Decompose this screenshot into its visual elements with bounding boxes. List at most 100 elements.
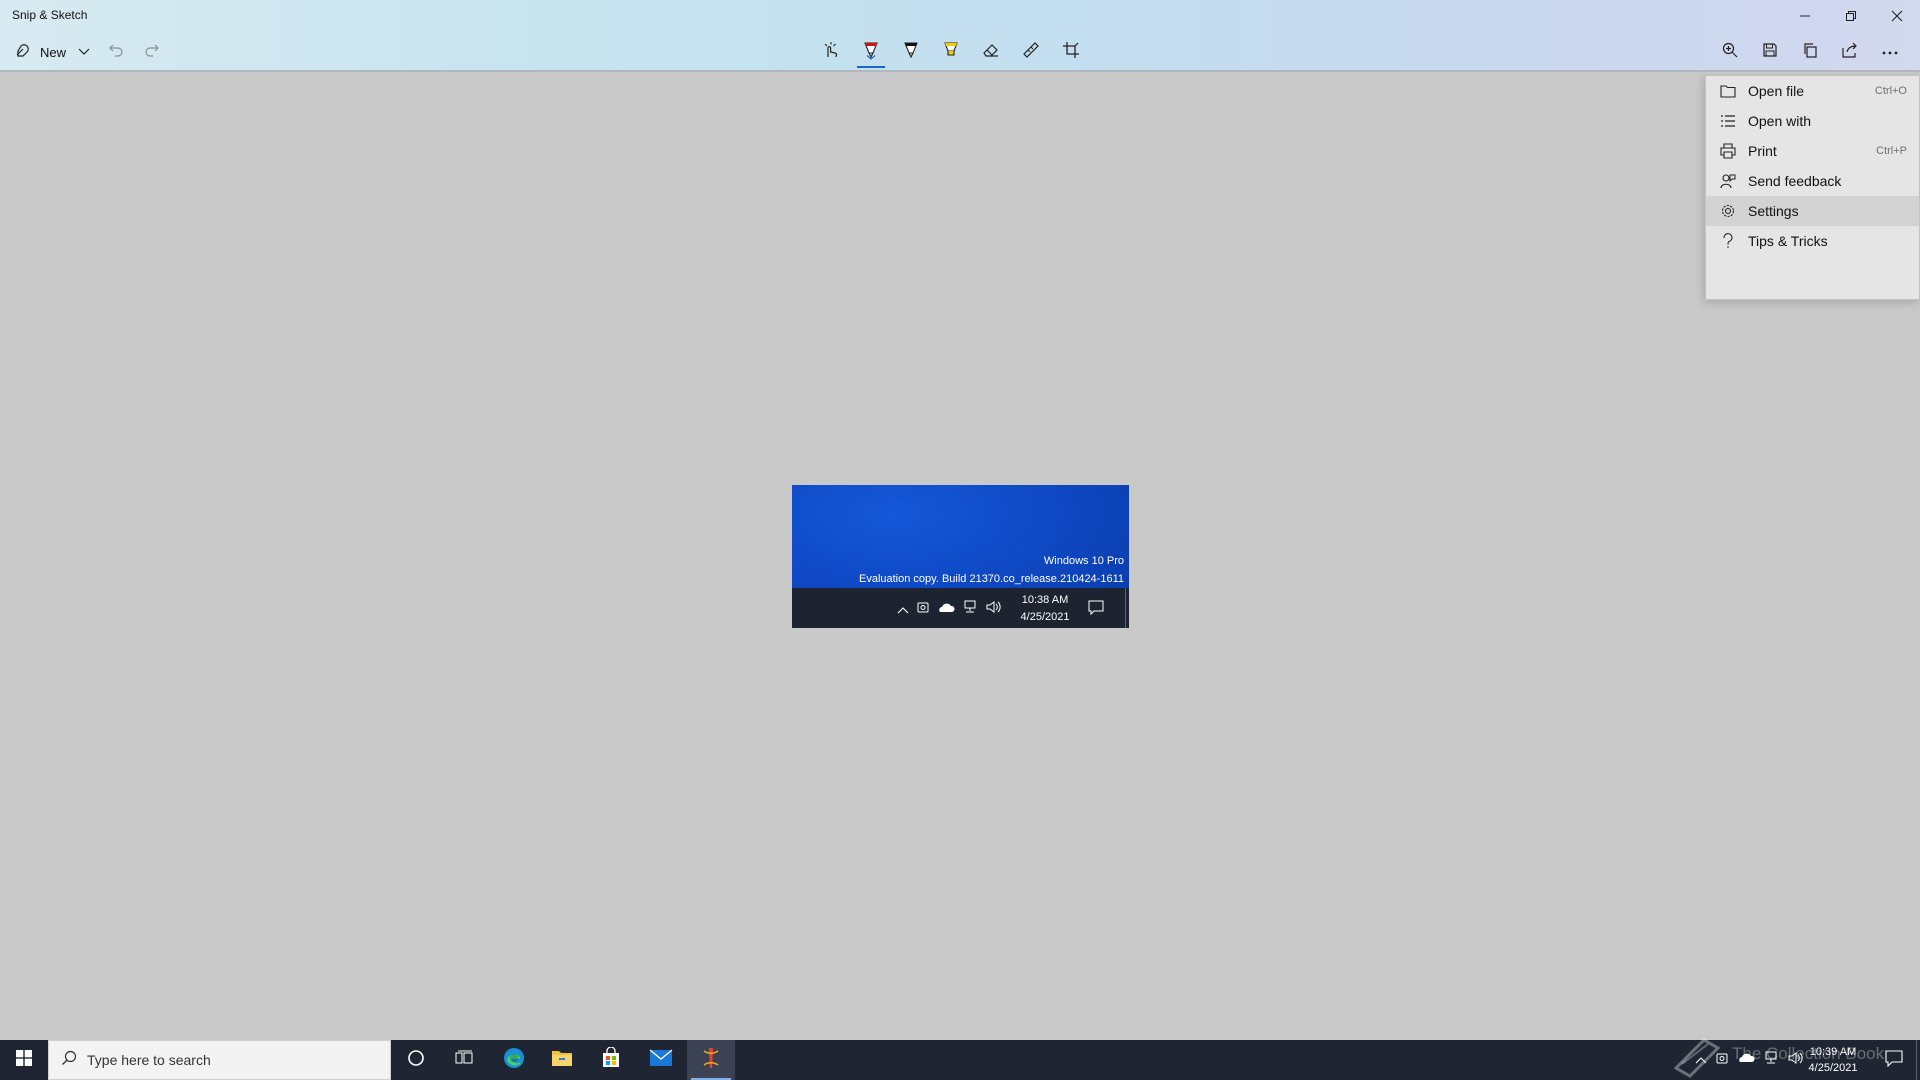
close-button[interactable] — [1874, 0, 1920, 32]
snip-date-text: 4/25/2021 — [1020, 611, 1070, 623]
chevron-down-icon — [78, 43, 90, 61]
more-options-button[interactable] — [1870, 36, 1910, 68]
crop-tool[interactable] — [1051, 36, 1091, 68]
menu-item-settings[interactable]: Settings — [1706, 196, 1919, 226]
action-center-button[interactable] — [1876, 1040, 1912, 1080]
start-button[interactable] — [0, 1040, 47, 1080]
search-placeholder: Type here to search — [87, 1052, 211, 1068]
feedback-icon — [1718, 171, 1738, 191]
chevron-up-icon[interactable] — [1695, 1051, 1707, 1069]
meet-now-icon — [916, 600, 930, 619]
snip-tray-icons — [897, 600, 1001, 619]
touch-writing-icon — [821, 40, 841, 65]
ruler-tool[interactable] — [1011, 36, 1051, 68]
ruler-icon — [1021, 40, 1041, 65]
taskbar-file-explorer[interactable] — [538, 1040, 586, 1080]
search-icon — [61, 1050, 77, 1071]
restore-button[interactable] — [1828, 0, 1874, 32]
windows-logo-icon — [15, 1049, 32, 1071]
more-icon — [1881, 43, 1899, 61]
taskbar-search-box[interactable]: Type here to search — [48, 1040, 391, 1080]
menu-item-open-file[interactable]: Open file Ctrl+O — [1706, 76, 1919, 106]
new-snip-button[interactable]: New — [10, 37, 70, 67]
network-icon[interactable] — [1763, 1051, 1779, 1070]
meet-now-icon[interactable] — [1715, 1051, 1729, 1070]
pencil-tool[interactable] — [891, 36, 931, 68]
redo-button[interactable] — [134, 36, 170, 68]
menu-item-label: Open file — [1748, 83, 1805, 99]
new-options-dropdown[interactable] — [70, 36, 98, 68]
store-icon — [600, 1045, 622, 1074]
cortana-button[interactable] — [392, 1040, 440, 1080]
windows-taskbar: Type here to search 10:39 AM 4/25/2021 — [0, 1040, 1920, 1080]
onedrive-icon — [937, 601, 955, 619]
snip-show-desktop — [1125, 588, 1126, 628]
gear-icon — [1718, 201, 1738, 221]
copy-icon — [1802, 42, 1818, 63]
onedrive-icon[interactable] — [1737, 1051, 1755, 1069]
printer-icon — [1718, 141, 1738, 161]
menu-item-label: Send feedback — [1748, 173, 1842, 189]
menu-item-shortcut: Ctrl+O — [1874, 85, 1907, 97]
save-button[interactable] — [1750, 36, 1790, 68]
menu-item-tips-tricks[interactable]: Tips & Tricks — [1706, 226, 1919, 256]
crop-icon — [1061, 40, 1081, 65]
clock-date: 4/25/2021 — [1808, 1062, 1858, 1074]
mail-icon — [649, 1048, 673, 1072]
toolbar-center — [811, 36, 1091, 68]
undo-icon — [108, 42, 124, 63]
taskbar-edge[interactable] — [490, 1040, 538, 1080]
task-view-button[interactable] — [440, 1040, 488, 1080]
pencil-icon — [901, 40, 921, 65]
highlighter-tool[interactable] — [931, 36, 971, 68]
share-button[interactable] — [1830, 36, 1870, 68]
taskbar-store[interactable] — [587, 1040, 635, 1080]
eraser-icon — [981, 40, 1001, 65]
copy-button[interactable] — [1790, 36, 1830, 68]
highlighter-icon — [941, 40, 961, 65]
window-controls — [1782, 0, 1920, 32]
zoom-icon — [1721, 41, 1739, 64]
show-desktop-button[interactable] — [1916, 1040, 1920, 1080]
menu-item-label: Print — [1748, 143, 1777, 159]
ballpoint-pen-tool[interactable] — [851, 36, 891, 68]
new-label: New — [40, 44, 67, 60]
minimize-button[interactable] — [1782, 0, 1828, 32]
notification-icon — [1885, 1049, 1903, 1072]
list-icon — [1718, 111, 1738, 131]
menu-item-label: Settings — [1748, 203, 1799, 219]
taskbar-snip-sketch[interactable] — [687, 1040, 735, 1080]
redo-icon — [144, 42, 160, 63]
taskbar-clock[interactable]: 10:39 AM 4/25/2021 — [1796, 1044, 1870, 1076]
chevron-down-icon — [866, 47, 876, 65]
more-options-menu: Open file Ctrl+O Open with Print Ctrl+P … — [1705, 75, 1920, 300]
clock-time: 10:39 AM — [1809, 1046, 1857, 1058]
folder-icon — [1718, 81, 1738, 101]
network-icon — [962, 600, 978, 619]
touch-writing-button[interactable] — [811, 36, 851, 68]
edge-icon — [502, 1046, 526, 1075]
menu-item-shortcut: Ctrl+P — [1876, 145, 1907, 157]
toolbar-left: New — [10, 36, 170, 68]
menu-item-label: Tips & Tricks — [1748, 233, 1828, 249]
undo-button[interactable] — [98, 36, 134, 68]
volume-icon — [985, 600, 1001, 619]
save-icon — [1762, 42, 1778, 63]
selected-tool-indicator — [857, 66, 885, 68]
taskbar-mail[interactable] — [637, 1040, 685, 1080]
eraser-tool[interactable] — [971, 36, 1011, 68]
menu-item-open-with[interactable]: Open with — [1706, 106, 1919, 136]
file-explorer-icon — [551, 1049, 573, 1072]
snip-taskbar: 10:38 AM 4/25/2021 — [792, 588, 1129, 628]
cortana-icon — [407, 1049, 425, 1072]
share-icon — [1841, 41, 1859, 64]
zoom-button[interactable] — [1710, 36, 1750, 68]
menu-item-print[interactable]: Print Ctrl+P — [1706, 136, 1919, 166]
snip-clock: 10:38 AM 4/25/2021 — [1017, 592, 1073, 626]
app-header: Snip & Sketch New — [0, 0, 1920, 72]
menu-item-send-feedback[interactable]: Send feedback — [1706, 166, 1919, 196]
system-tray — [1695, 1040, 1803, 1080]
captured-snip-image[interactable]: Windows 10 Pro Evaluation copy. Build 21… — [792, 485, 1129, 628]
window-title: Snip & Sketch — [12, 8, 88, 22]
task-view-icon — [455, 1049, 473, 1072]
